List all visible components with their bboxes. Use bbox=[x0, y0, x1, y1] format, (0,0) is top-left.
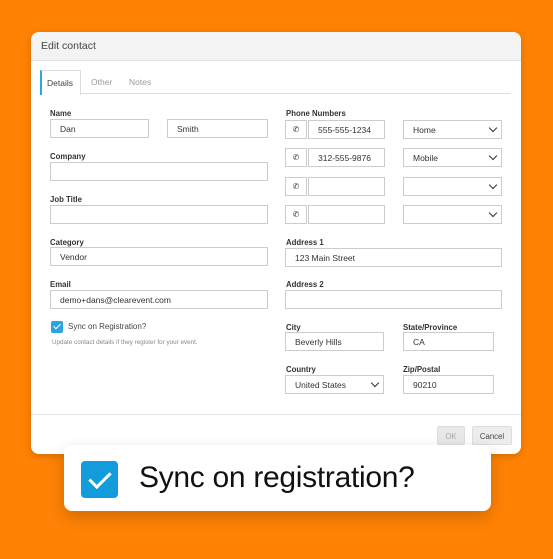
chevron-down-icon bbox=[370, 378, 380, 388]
email-input[interactable]: demo+dans@clearevent.com bbox=[50, 290, 268, 309]
category-label: Category bbox=[50, 238, 84, 247]
country-label: Country bbox=[286, 365, 316, 374]
chevron-down-icon bbox=[488, 123, 498, 133]
edit-contact-dialog: Edit contact Details Other Notes Name Da… bbox=[31, 32, 521, 454]
tab-notes[interactable]: Notes bbox=[129, 70, 151, 94]
phone-2-type-select[interactable]: Mobile bbox=[403, 148, 502, 167]
address1-input[interactable]: 123 Main Street bbox=[285, 248, 502, 267]
phone-4-input[interactable] bbox=[308, 205, 385, 224]
ok-button[interactable]: OK bbox=[437, 426, 465, 445]
sync-checkbox[interactable] bbox=[51, 321, 63, 333]
phone-4-type-select[interactable] bbox=[403, 205, 502, 224]
dialog-header: Edit contact bbox=[31, 32, 521, 61]
phone-numbers-label: Phone Numbers bbox=[286, 109, 346, 118]
state-label: State/Province bbox=[403, 323, 458, 332]
tab-details[interactable]: Details bbox=[40, 70, 81, 95]
job-title-label: Job Title bbox=[50, 195, 82, 204]
first-name-input[interactable]: Dan bbox=[50, 119, 149, 138]
last-name-input[interactable]: Smith bbox=[167, 119, 268, 138]
name-label: Name bbox=[50, 109, 72, 118]
phone-1-input[interactable]: 555-555-1234 bbox=[308, 120, 385, 139]
phone-3-type-select[interactable] bbox=[403, 177, 502, 196]
city-input[interactable]: Beverly Hills bbox=[285, 332, 384, 351]
phone-2-input[interactable]: 312-555-9876 bbox=[308, 148, 385, 167]
sync-label: Sync on Registration? bbox=[68, 322, 147, 331]
phone-icon[interactable]: ✆ bbox=[285, 120, 307, 139]
sync-hint: Update contact details if they register … bbox=[52, 339, 198, 346]
check-icon bbox=[81, 461, 118, 498]
category-input[interactable]: Vendor bbox=[50, 247, 268, 266]
phone-2-type-value: Mobile bbox=[413, 153, 439, 163]
job-title-input[interactable] bbox=[50, 205, 268, 224]
phone-icon[interactable]: ✆ bbox=[285, 148, 307, 167]
phone-1-type-select[interactable]: Home bbox=[403, 120, 502, 139]
phone-icon[interactable]: ✆ bbox=[285, 177, 307, 196]
zip-input[interactable]: 90210 bbox=[403, 375, 494, 394]
company-input[interactable] bbox=[50, 162, 268, 181]
tab-bar: Details Other Notes bbox=[40, 70, 511, 95]
phone-3-input[interactable] bbox=[308, 177, 385, 196]
phone-1-type-value: Home bbox=[413, 125, 436, 135]
tab-other[interactable]: Other bbox=[91, 70, 112, 94]
country-select[interactable]: United States bbox=[285, 375, 384, 394]
state-input[interactable]: CA bbox=[403, 332, 494, 351]
address2-input[interactable] bbox=[285, 290, 502, 309]
zip-label: Zip/Postal bbox=[403, 365, 441, 374]
address1-label: Address 1 bbox=[286, 238, 324, 247]
sync-callout: Sync on registration? bbox=[64, 445, 491, 511]
company-label: Company bbox=[50, 152, 86, 161]
address2-label: Address 2 bbox=[286, 280, 324, 289]
callout-text: Sync on registration? bbox=[139, 461, 415, 494]
chevron-down-icon bbox=[488, 151, 498, 161]
city-label: City bbox=[286, 323, 301, 332]
chevron-down-icon bbox=[488, 208, 498, 218]
phone-icon[interactable]: ✆ bbox=[285, 205, 307, 224]
cancel-button[interactable]: Cancel bbox=[472, 426, 512, 445]
country-value: United States bbox=[295, 380, 347, 390]
chevron-down-icon bbox=[488, 180, 498, 190]
email-label: Email bbox=[50, 280, 71, 289]
dialog-title: Edit contact bbox=[41, 40, 96, 52]
